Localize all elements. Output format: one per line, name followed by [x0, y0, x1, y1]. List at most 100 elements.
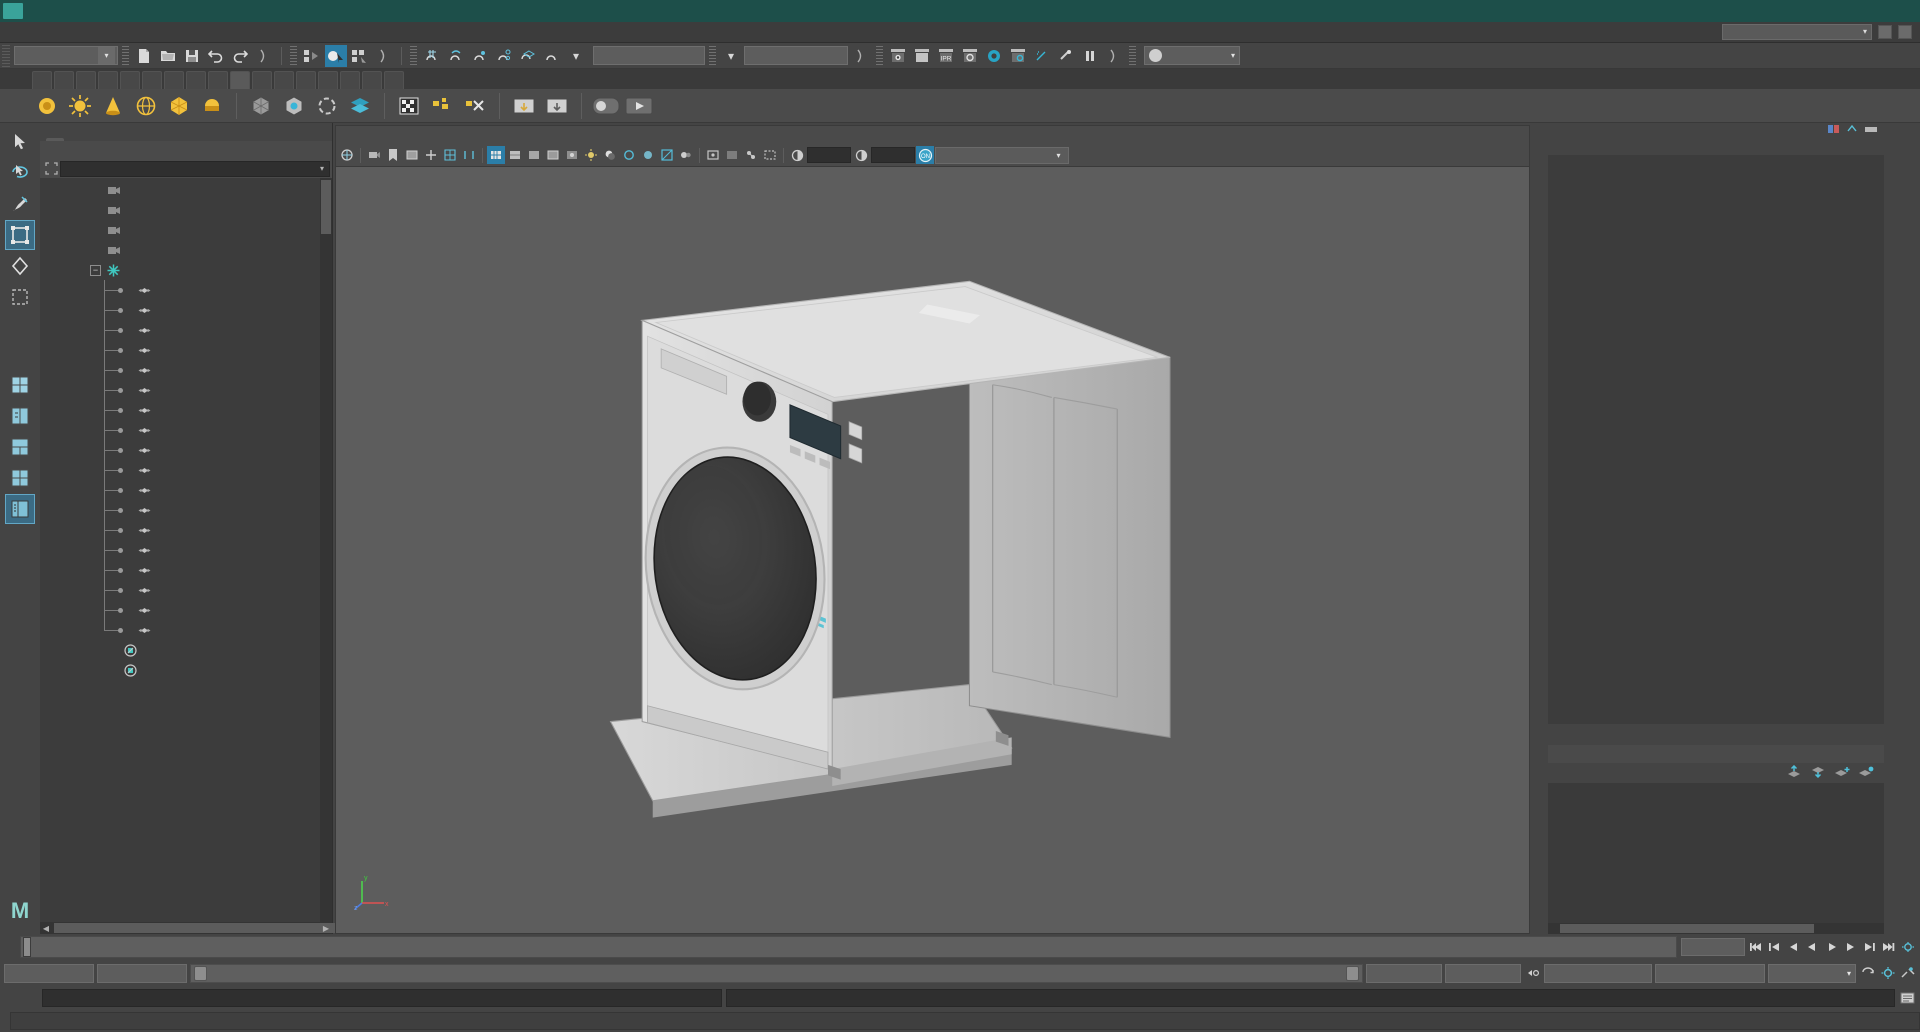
step-forward-frame-button[interactable] [1842, 938, 1859, 956]
step-forward-key-button[interactable] [1861, 938, 1878, 956]
layout-four-panes-button[interactable] [5, 463, 35, 493]
arnold-toggle-view-icon[interactable] [591, 91, 621, 121]
light-editor-button[interactable] [1031, 45, 1053, 67]
xray-joints-icon[interactable] [742, 146, 760, 164]
move-layer-up-icon[interactable] [1786, 764, 1802, 782]
menu-item-generate[interactable] [240, 22, 256, 43]
ipr-render-button[interactable]: IPR [935, 45, 957, 67]
menu-item-help[interactable] [336, 22, 352, 43]
shelf-tab-xgen[interactable] [296, 71, 316, 89]
layer-list[interactable] [1548, 783, 1884, 923]
shade-options-icon[interactable] [544, 146, 562, 164]
outliner-item-front[interactable] [40, 220, 332, 240]
outliner-item-cable[interactable] [40, 520, 332, 540]
menu-item-edit[interactable] [16, 22, 32, 43]
menu-item-curves[interactable] [176, 22, 192, 43]
render-setup-button[interactable] [1007, 45, 1029, 67]
select-component-button[interactable] [349, 45, 371, 67]
shelf-tab-fx[interactable] [164, 71, 184, 89]
xray-icon[interactable] [723, 146, 741, 164]
film-gate-icon[interactable] [460, 146, 478, 164]
outliner-tree[interactable]: − [40, 178, 332, 922]
layout-single-view-button[interactable] [5, 370, 35, 400]
arnold-photometric-light-icon[interactable] [197, 91, 227, 121]
shadows-icon[interactable] [601, 146, 619, 164]
color-management-toggle-icon[interactable]: ON [916, 146, 934, 164]
redo-render-button[interactable] [911, 45, 933, 67]
arnold-layers-icon[interactable] [345, 91, 375, 121]
layout-three-panes-button[interactable] [5, 432, 35, 462]
image-plane-icon[interactable] [403, 146, 421, 164]
close-button[interactable] [1874, 0, 1920, 22]
range-end-handle[interactable] [1346, 965, 1359, 981]
shelf-tab-animation[interactable] [120, 71, 140, 89]
redo-button[interactable] [229, 45, 251, 67]
outliner-item-rubber_gray[interactable] [40, 460, 332, 480]
shelf-tab-mash[interactable] [252, 71, 272, 89]
toolbar-collapse-arrow[interactable] [373, 45, 395, 67]
smooth-shade-icon[interactable] [506, 146, 524, 164]
outliner-item-no_emptiness[interactable] [40, 600, 332, 620]
animation-preferences-button[interactable] [1899, 938, 1916, 956]
menu-item-v-ray[interactable] [272, 22, 288, 43]
menu-item-arnold[interactable] [304, 22, 320, 43]
menu-item-mesh-tools[interactable] [144, 22, 160, 43]
toolbar-collapse-arrow[interactable] [850, 45, 872, 67]
chevron-down-icon[interactable]: ▾ [720, 45, 742, 67]
shelf-tab-fx-caching[interactable] [186, 71, 206, 89]
toolbar-drag-handle[interactable] [2, 44, 10, 67]
expand-collapse-icon[interactable]: − [90, 264, 101, 276]
hypershade-button[interactable] [983, 45, 1005, 67]
arnold-render-flags-icon[interactable] [394, 91, 424, 121]
select-hierarchy-button[interactable] [301, 45, 323, 67]
channel-box-content[interactable] [1548, 155, 1884, 724]
screen-space-ao-icon[interactable] [620, 146, 638, 164]
use-all-lights-icon[interactable] [582, 146, 600, 164]
outliner-item-discharge[interactable] [40, 420, 332, 440]
move-tool-button[interactable] [5, 220, 35, 250]
workspace-layout-icon[interactable] [1898, 25, 1912, 39]
two-dimensional-pan-icon[interactable] [422, 146, 440, 164]
outliner-item-persp[interactable] [40, 180, 332, 200]
outliner-item-display_buttons[interactable] [40, 320, 332, 340]
isolate-select-icon[interactable] [704, 146, 722, 164]
channel-box-icon[interactable] [1828, 123, 1840, 138]
play-backwards-button[interactable] [1804, 938, 1821, 956]
arnold-play-icon[interactable] [624, 91, 654, 121]
shelf-tab-redshift[interactable] [340, 71, 360, 89]
arnold-area-light-icon[interactable] [32, 91, 62, 121]
tool-settings-icon[interactable] [1864, 123, 1878, 138]
select-object-button[interactable] [325, 44, 347, 67]
select-camera-icon[interactable] [338, 146, 356, 164]
shelf-tab-motion-graphics[interactable] [274, 71, 294, 89]
menu-item-redshift[interactable] [320, 22, 336, 43]
save-scene-button[interactable] [181, 45, 203, 67]
outliner-item-root[interactable]: − [40, 260, 332, 280]
minimize-button[interactable] [1782, 0, 1828, 22]
outliner-item-body[interactable] [40, 380, 332, 400]
script-editor-icon[interactable] [1899, 989, 1916, 1007]
arnold-spot-light-icon[interactable] [98, 91, 128, 121]
outliner-item-defaultObjectSet[interactable] [40, 660, 332, 680]
outliner-item-front_panel[interactable] [40, 360, 332, 380]
arnold-volume-icon[interactable] [312, 91, 342, 121]
menu-item-3dtoall[interactable] [288, 22, 304, 43]
undo-button[interactable] [205, 45, 227, 67]
outliner-item-side[interactable] [40, 240, 332, 260]
outliner-item-glass_control[interactable] [40, 560, 332, 580]
character-set-field[interactable] [1544, 963, 1652, 983]
menu-item-modify[interactable] [64, 22, 80, 43]
menu-item-file[interactable] [0, 22, 16, 43]
menu-item-windows[interactable] [96, 22, 112, 43]
arnold-clear-flags-icon[interactable] [460, 91, 490, 121]
gamma-icon[interactable] [852, 146, 870, 164]
menu-item-create[interactable] [32, 22, 48, 43]
maximize-button[interactable] [1828, 0, 1874, 22]
menu-item-mesh-display[interactable] [160, 22, 176, 43]
outliner-item-top[interactable] [40, 200, 332, 220]
range-start-field[interactable] [97, 963, 187, 983]
loop-playback-icon[interactable] [1859, 964, 1876, 982]
workspace-select[interactable]: ▾ [1722, 24, 1872, 40]
toolbar-collapse-arrow[interactable] [253, 45, 275, 67]
arnold-mesh-light-icon[interactable] [164, 91, 194, 121]
